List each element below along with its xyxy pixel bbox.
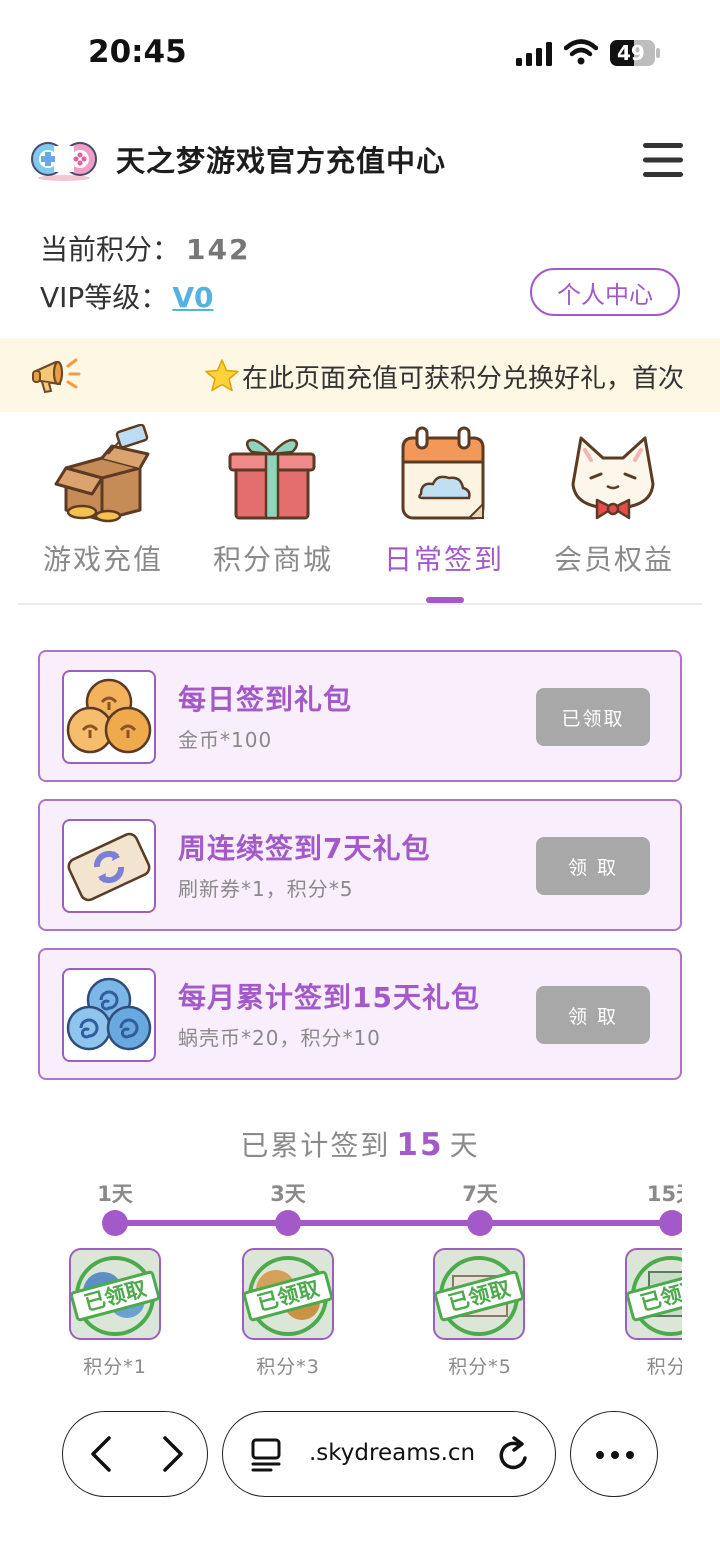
checkin-timeline[interactable]: 1天 已领取 积分*1 3天 已领取 积分*3 7天 已领取 积分*5 15天 <box>40 1170 682 1382</box>
battery-level: 49 <box>617 41 645 65</box>
calendar-icon <box>401 426 485 520</box>
tab-points-mall[interactable]: 积分商城 <box>188 424 358 584</box>
status-time: 20:45 <box>88 34 187 70</box>
cumulative-suffix: 天 <box>449 1129 480 1162</box>
megaphone-icon <box>32 358 81 394</box>
cat-icon <box>571 436 655 520</box>
claimed-button[interactable]: 已领取 <box>536 688 650 746</box>
gift-card-daily: 每日签到礼包 金币*100 已领取 <box>38 650 682 782</box>
site-title: 天之梦游戏官方充值中心 <box>116 144 447 178</box>
gift-title: 每月累计签到15天礼包 <box>178 981 480 1014</box>
points-value: 142 <box>186 233 251 266</box>
blue-coins-icon <box>66 977 152 1051</box>
tab-label: 日常签到 <box>383 543 504 576</box>
more-dots-icon <box>596 1451 634 1459</box>
refresh-ticket-icon <box>67 832 151 902</box>
star-icon <box>205 359 239 392</box>
vip-level-link[interactable]: V0 <box>172 281 213 314</box>
gift-reward: 金币*100 <box>178 728 273 752</box>
cumulative-days: 15 <box>396 1127 444 1163</box>
tab-daily-checkin[interactable]: 日常签到 <box>359 424 529 584</box>
tab-divider <box>18 603 702 605</box>
milestone-day: 7天 <box>462 1182 498 1206</box>
cellular-signal-icon <box>516 42 552 66</box>
milestone-reward-thumb[interactable]: 已领取 <box>433 1248 525 1340</box>
milestone-reward: 积分*5 <box>448 1356 512 1378</box>
gift-card-monthly: 每月累计签到15天礼包 蜗壳币*20，积分*10 领 取 <box>38 948 682 1080</box>
wifi-icon <box>564 39 598 65</box>
tab-label: 会员权益 <box>553 543 674 576</box>
milestone-dot <box>102 1210 128 1236</box>
gift-title: 周连续签到7天礼包 <box>178 832 431 865</box>
more-button[interactable] <box>570 1411 658 1497</box>
milestone-reward: 积分*1 <box>83 1356 147 1378</box>
notice-text: 在此页面充值可获积分兑换好礼，首次 <box>242 364 685 394</box>
forward-arrow-icon[interactable] <box>151 1434 191 1474</box>
personal-center-button[interactable]: 个人中心 <box>530 268 680 316</box>
bottom-fade <box>0 1378 720 1398</box>
gold-coins-icon <box>66 678 152 754</box>
gift-title: 每日签到礼包 <box>178 683 353 716</box>
back-arrow-icon[interactable] <box>83 1434 123 1474</box>
gift-thumbnail <box>62 670 156 764</box>
tab-member-benefits[interactable]: 会员权益 <box>529 424 699 584</box>
page-menu-icon[interactable] <box>251 1438 283 1472</box>
browser-nav-group <box>62 1411 208 1497</box>
milestone-day: 3天 <box>270 1182 306 1206</box>
tab-label: 游戏充值 <box>42 543 163 576</box>
gift-reward: 蜗壳币*20，积分*10 <box>178 1026 381 1050</box>
url-text: .skydreams.cn <box>309 1440 476 1466</box>
vip-label: VIP等级： <box>40 281 169 314</box>
gift-reward: 刷新券*1，积分*5 <box>178 877 354 901</box>
vip-row: VIP等级： V0 <box>40 276 213 316</box>
address-bar[interactable]: .skydreams.cn <box>222 1411 556 1497</box>
timeline-track <box>116 1220 682 1226</box>
gift-thumbnail <box>62 968 156 1062</box>
milestone-dot <box>275 1210 301 1236</box>
tab-game-recharge[interactable]: 游戏充值 <box>18 424 188 584</box>
hamburger-menu-icon[interactable] <box>642 140 684 180</box>
reload-icon[interactable] <box>497 1436 533 1474</box>
scrolled-username-fragment: … … … <box>40 200 142 218</box>
box-icon <box>54 424 150 523</box>
cumulative-prefix: 已累计签到 <box>240 1129 391 1162</box>
milestone-reward-thumb[interactable]: 已领取 <box>625 1248 682 1340</box>
claim-button[interactable]: 领 取 <box>536 837 650 895</box>
milestone-dot <box>467 1210 493 1236</box>
milestone-reward-thumb[interactable]: 已领取 <box>69 1248 161 1340</box>
claim-button[interactable]: 领 取 <box>536 986 650 1044</box>
points-label: 当前积分： <box>40 233 181 266</box>
milestone-day: 1天 <box>97 1182 133 1206</box>
milestone-dot <box>659 1210 682 1236</box>
milestone-reward: 积分*3 <box>256 1356 320 1378</box>
points-row: 当前积分： 142 <box>40 228 250 268</box>
gift-thumbnail <box>62 819 156 913</box>
gift-icon <box>228 438 316 520</box>
gamepad-logo-icon <box>31 142 97 181</box>
milestone-day: 15天 <box>646 1182 682 1206</box>
milestone-reward: 积分* <box>646 1356 682 1378</box>
tab-label: 积分商城 <box>212 543 333 576</box>
milestone-reward-thumb[interactable]: 已领取 <box>242 1248 334 1340</box>
gift-card-weekly: 周连续签到7天礼包 刷新券*1，积分*5 领 取 <box>38 799 682 931</box>
battery-indicator: 49 <box>610 40 660 66</box>
cumulative-summary: 已累计签到 15 天 <box>0 1124 720 1164</box>
